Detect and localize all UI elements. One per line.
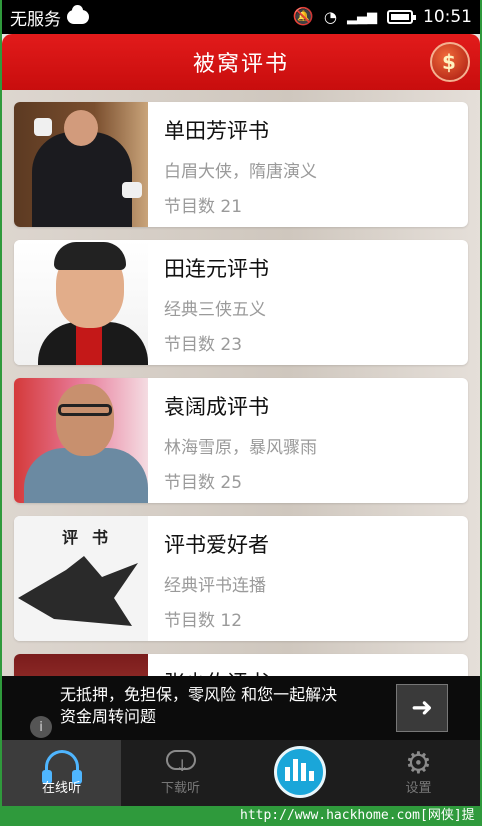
program-list[interactable]: 单田芳评书 白眉大侠，隋唐演义 节目数 21 田连元评书 经典三侠五义 节目数 … <box>2 90 480 676</box>
ad-banner[interactable]: 无抵押，免担保，零风险 和您一起解决 资金周转问题 i ➜ <box>2 676 480 740</box>
ad-line-2: 资金周转问题 <box>60 707 157 726</box>
item-count: 节目数 12 <box>164 611 243 631</box>
info-icon[interactable]: i <box>30 716 52 738</box>
item-title: 评书爱好者 <box>164 533 269 557</box>
cloud-icon <box>67 5 89 24</box>
headphones-icon <box>41 750 82 784</box>
app-header: 被窝评书 $ <box>2 34 480 90</box>
tab-download-listen[interactable]: 下载听 <box>121 740 240 806</box>
money-bag-button[interactable]: $ <box>430 42 470 82</box>
ad-text: 无抵押，免担保，零风险 和您一起解决 资金周转问题 <box>60 684 337 728</box>
item-title: 单田芳评书 <box>164 119 269 143</box>
storyteller-photo <box>14 654 148 676</box>
item-count: 节目数 23 <box>164 335 243 355</box>
app-frame: 无服务 🔕 ◔ ▂▄▆ 10:51 被窝评书 $ 单田芳评书 白眉大侠，隋唐演义… <box>2 0 480 806</box>
bottom-nav: 在线听 下载听 ⚙ 设置 <box>2 740 480 806</box>
item-title: 袁阔成评书 <box>164 395 269 419</box>
status-bar: 无服务 🔕 ◔ ▂▄▆ 10:51 <box>2 0 480 34</box>
tab-label: 下载听 <box>160 781 200 796</box>
ad-line-1: 无抵押，免担保，零风险 和您一起解决 <box>60 685 338 704</box>
watermark: http://www.hackhome.com[网侠]提供 <box>240 806 480 826</box>
page-title: 被窝评书 <box>192 52 289 77</box>
list-item[interactable]: 评书 评书爱好者 经典评书连播 节目数 12 <box>14 516 468 641</box>
wifi-icon: ◔ <box>323 8 337 26</box>
thumb-calligraphy: 评书 <box>62 528 123 547</box>
storyteller-photo <box>14 240 148 365</box>
item-title: 田连元评书 <box>164 257 269 281</box>
clock: 10:51 <box>423 7 472 27</box>
storyteller-photo: 评书 <box>14 516 148 641</box>
tab-player[interactable] <box>240 740 359 806</box>
battery-icon <box>387 10 416 24</box>
list-item[interactable]: 单田芳评书 白眉大侠，隋唐演义 节目数 21 <box>14 102 468 227</box>
gear-icon: ⚙ <box>405 746 432 781</box>
list-item[interactable]: 田连元评书 经典三侠五义 节目数 23 <box>14 240 468 365</box>
tab-label: 设置 <box>405 781 432 796</box>
list-item[interactable]: 袁阔成评书 林海雪原，暴风骤雨 节目数 25 <box>14 378 468 503</box>
tab-online-listen[interactable]: 在线听 <box>2 740 121 806</box>
item-count: 节目数 25 <box>164 473 243 493</box>
tab-settings[interactable]: ⚙ 设置 <box>359 740 478 806</box>
tab-label: 在线听 <box>41 781 81 796</box>
storyteller-photo <box>14 378 148 503</box>
item-subtitle: 林海雪原，暴风骤雨 <box>164 438 317 458</box>
list-item[interactable]: 张少佐评书 <box>14 654 468 676</box>
mute-icon: 🔕 <box>292 7 314 27</box>
item-title: 张少佐评书 <box>164 668 269 676</box>
dollar-icon: $ <box>442 50 458 74</box>
storyteller-photo <box>14 102 148 227</box>
arrow-right-icon: ➜ <box>411 693 433 723</box>
item-subtitle: 经典三侠五义 <box>164 300 266 320</box>
equalizer-icon <box>273 746 326 798</box>
cloud-download-icon <box>165 750 196 775</box>
item-subtitle: 白眉大侠，隋唐演义 <box>164 162 317 182</box>
signal-icon: ▂▄▆ <box>347 9 377 25</box>
carrier-text: 无服务 <box>10 9 61 30</box>
item-subtitle: 经典评书连播 <box>164 576 266 596</box>
ad-arrow-button[interactable]: ➜ <box>396 684 448 732</box>
item-count: 节目数 21 <box>164 197 243 217</box>
